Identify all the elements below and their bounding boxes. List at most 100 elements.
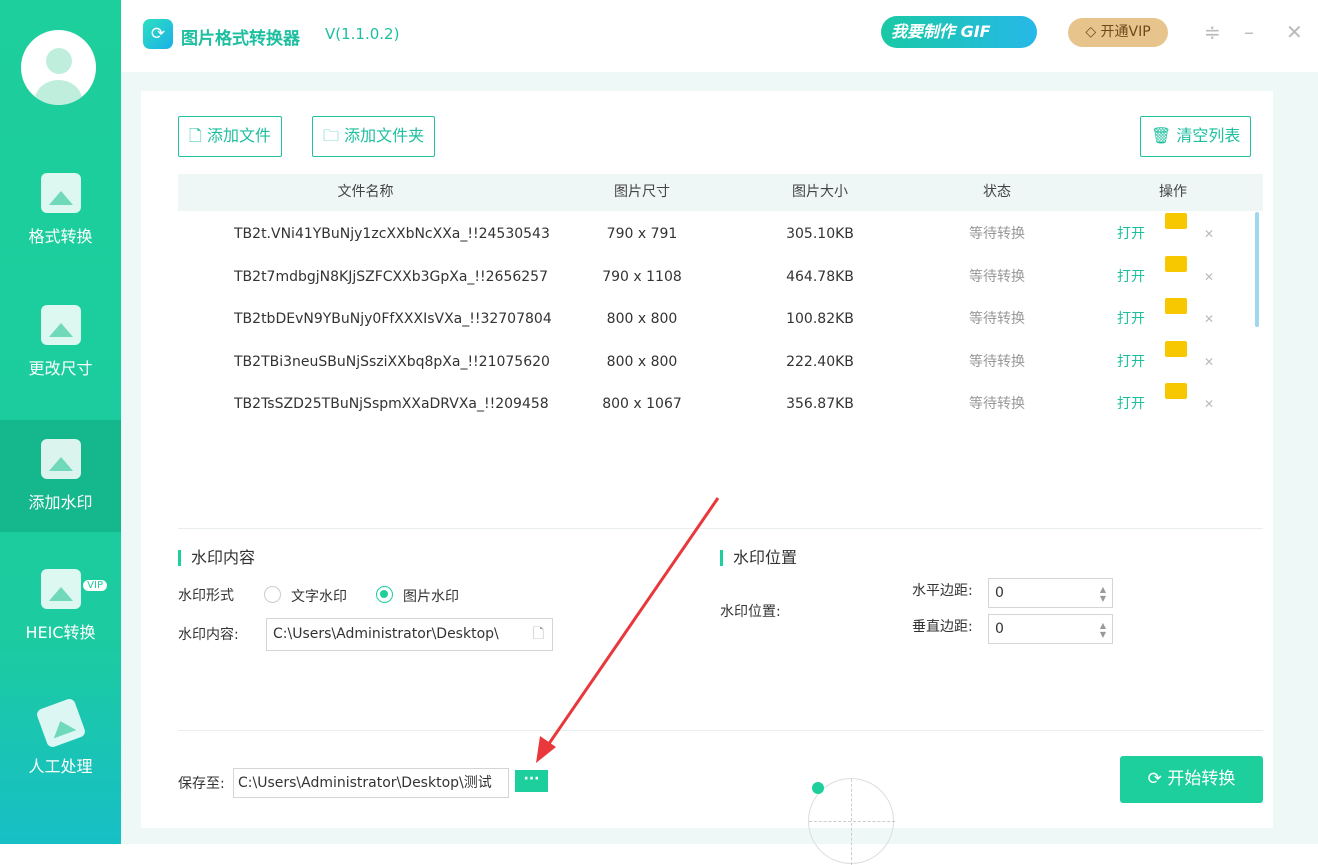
open-link[interactable]: 打开	[1117, 256, 1145, 298]
table-row: TB2t7mdbgjN8KJjSZFCXXb3GpXa_!!2656257 79…	[178, 255, 1253, 298]
table-header: 文件名称 图片尺寸 图片大小 状态 操作	[178, 174, 1263, 211]
h-margin-input[interactable]: 0 ▲ ▼	[988, 578, 1113, 608]
file-size: 356.87KB	[786, 396, 854, 412]
h-margin-label: 水平边距:	[912, 583, 973, 599]
sidebar-item-heic[interactable]: HEIC转换 VIP	[0, 550, 121, 662]
file-size: 100.82KB	[786, 311, 854, 327]
remove-icon[interactable]: ✕	[1204, 213, 1214, 255]
remove-icon[interactable]: ✕	[1204, 256, 1214, 298]
nav-label: 更改尺寸	[28, 359, 93, 378]
remove-icon[interactable]: ✕	[1204, 298, 1214, 340]
folder-icon[interactable]	[1165, 255, 1187, 272]
start-convert-button[interactable]: ⟳ 开始转换	[1120, 756, 1263, 803]
add-folder-button[interactable]: 🗀 添加文件夹	[312, 116, 436, 157]
radio-text-watermark[interactable]	[264, 586, 281, 603]
vip-button[interactable]: ◇ 开通VIP	[1068, 18, 1168, 47]
file-dimensions: 790 x 791	[606, 226, 678, 242]
close-icon[interactable]: ✕	[1286, 20, 1303, 44]
file-status: 等待转换	[969, 311, 1025, 327]
menu-icon[interactable]: ≑	[1204, 20, 1221, 44]
add-file-label: 添加文件	[206, 126, 271, 145]
browse-button[interactable]: ···	[515, 770, 548, 792]
folder-add-icon: 🗀	[323, 126, 345, 145]
v-margin-value: 0	[995, 621, 1004, 637]
file-name: TB2TBi3neuSBuNjSsziXXbq8pXa_!!21075620	[234, 353, 550, 370]
folder-icon[interactable]	[1165, 298, 1187, 314]
watermark-content-label: 水印内容:	[178, 627, 239, 643]
image-convert-icon	[40, 173, 81, 213]
file-name: TB2tbDEvN9YBuNjy0FfXXXIsVXa_!!32707804	[234, 311, 552, 327]
table-row: TB2TsSZD25TBuNjSspmXXaDRVXa_!!209458 800…	[178, 383, 1253, 425]
add-file-button[interactable]: 🗋 添加文件	[178, 116, 282, 157]
dial-handle[interactable]	[812, 782, 824, 794]
open-link[interactable]: 打开	[1117, 383, 1145, 425]
v-margin-label: 垂直边距:	[912, 619, 973, 635]
sidebar-item-watermark[interactable]: 添加水印	[0, 420, 121, 532]
start-label: 开始转换	[1167, 769, 1236, 789]
nav-label: 格式转换	[28, 227, 93, 246]
app-version: V(1.1.0.2)	[325, 25, 400, 43]
refresh-icon: ⟳	[1147, 769, 1168, 789]
remove-icon[interactable]: ✕	[1204, 383, 1214, 425]
folder-icon[interactable]	[1165, 383, 1187, 399]
save-to-label: 保存至:	[178, 776, 225, 792]
clear-list-button[interactable]: 🗑 清空列表	[1140, 116, 1252, 157]
file-size: 222.40KB	[786, 353, 854, 370]
table-scrollbar[interactable]	[1255, 212, 1259, 327]
col-status: 状态	[983, 184, 1011, 200]
col-actions: 操作	[1159, 184, 1187, 200]
h-margin-value: 0	[995, 585, 1004, 601]
avatar[interactable]	[21, 30, 96, 105]
watermark-type-label: 水印形式	[178, 588, 234, 604]
manual-image-icon	[34, 697, 87, 749]
watermark-path: C:\Users\Administrator\Desktop\	[273, 626, 499, 642]
col-size: 图片大小	[792, 184, 848, 200]
sidebar: 格式转换 更改尺寸 添加水印 HEIC转换 VIP 人工处理	[0, 0, 121, 844]
file-status: 等待转换	[969, 396, 1025, 412]
file-size: 464.78KB	[786, 268, 854, 285]
file-name: TB2t.VNi41YBuNjy1zcXXbNcXXa_!!24530543	[234, 226, 550, 242]
diamond-icon: ◇	[1085, 24, 1101, 40]
app-logo-icon: ⟳	[143, 19, 173, 49]
file-dimensions: 790 x 1108	[602, 268, 682, 285]
file-status: 等待转换	[969, 226, 1025, 242]
image-resize-icon	[40, 305, 81, 345]
folder-icon[interactable]	[1165, 213, 1187, 229]
image-watermark-label: 图片水印	[403, 589, 459, 605]
image-watermark-icon	[40, 439, 81, 479]
remove-icon[interactable]: ✕	[1204, 341, 1214, 383]
open-link[interactable]: 打开	[1117, 213, 1145, 255]
col-dimensions: 图片尺寸	[614, 184, 670, 200]
text-watermark-label: 文字水印	[291, 589, 347, 605]
watermark-position-title: 水印位置	[720, 550, 797, 566]
divider	[178, 730, 1263, 731]
save-path-input[interactable]: C:\Users\Administrator\Desktop\测试	[233, 768, 509, 798]
nav-label: 添加水印	[28, 493, 93, 512]
vip-label: 开通VIP	[1100, 24, 1151, 40]
spinner-arrows-icon[interactable]: ▲ ▼	[1100, 621, 1106, 639]
sidebar-item-format-convert[interactable]: 格式转换	[0, 154, 121, 266]
open-link[interactable]: 打开	[1117, 341, 1145, 383]
watermark-content-input[interactable]: C:\Users\Administrator\Desktop\ 🗋	[266, 618, 553, 651]
sidebar-item-manual[interactable]: 人工处理	[0, 684, 121, 796]
title-bar: ⟳ 图片格式转换器 V(1.1.0.2) 我要制作 GIF ◇ 开通VIP ≑ …	[121, 0, 1318, 72]
v-margin-input[interactable]: 0 ▲ ▼	[988, 614, 1113, 644]
spinner-arrows-icon[interactable]: ▲ ▼	[1100, 585, 1106, 603]
file-status: 等待转换	[969, 268, 1025, 285]
minimize-icon[interactable]: –	[1244, 20, 1254, 44]
make-gif-button[interactable]: 我要制作 GIF	[881, 16, 1037, 48]
radio-image-watermark[interactable]	[376, 586, 393, 603]
open-link[interactable]: 打开	[1117, 298, 1145, 340]
vip-badge: VIP	[83, 580, 107, 591]
apple-image-icon	[40, 569, 81, 609]
sidebar-item-resize[interactable]: 更改尺寸	[0, 286, 121, 398]
table-row: TB2t.VNi41YBuNjy1zcXXbNcXXa_!!24530543 7…	[178, 213, 1253, 255]
divider	[178, 528, 1263, 529]
col-filename: 文件名称	[337, 184, 394, 200]
file-dimensions: 800 x 1067	[602, 396, 682, 412]
folder-browse-icon[interactable]: 🗋	[533, 619, 544, 650]
clear-list-label: 清空列表	[1176, 126, 1241, 145]
nav-label: 人工处理	[28, 757, 93, 776]
watermark-position-label: 水印位置:	[720, 604, 781, 620]
folder-icon[interactable]	[1165, 340, 1187, 357]
